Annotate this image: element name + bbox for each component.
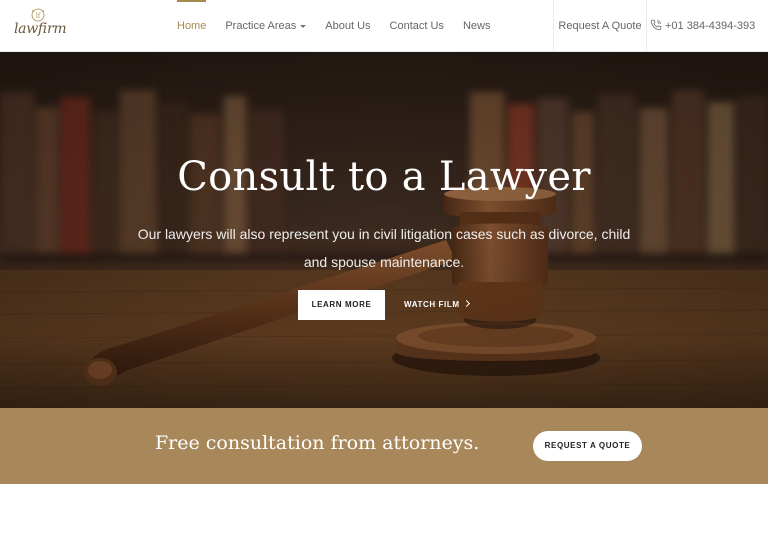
consultation-banner: Free consultation from attorneys. REQUES… xyxy=(0,408,768,484)
hero-subtitle: Our lawyers will also represent you in c… xyxy=(137,226,631,270)
nav-item-label: Practice Areas xyxy=(225,20,297,32)
nav-item-contact-us[interactable]: Contact Us xyxy=(390,0,444,52)
request-quote-link[interactable]: Request A Quote xyxy=(553,0,647,52)
phone-text: +01 384-4394-393 xyxy=(665,20,756,32)
watch-film-label: WATCH FILM xyxy=(404,300,460,309)
nav-item-home[interactable]: Home xyxy=(177,0,207,52)
logo-text: lawfirm xyxy=(14,21,67,37)
request-quote-button[interactable]: REQUEST A QUOTE xyxy=(533,431,642,461)
hero-section: Consult to a Lawyer Our lawyers will als… xyxy=(0,52,768,408)
phone-number[interactable]: +01 384-4394-393 xyxy=(648,0,768,52)
chevron-down-icon xyxy=(300,24,307,28)
nav-item-practice-areas[interactable]: Practice Areas xyxy=(225,0,307,52)
nav-item-label: Contact Us xyxy=(389,20,444,32)
learn-more-button[interactable]: LEARN MORE xyxy=(298,290,385,320)
phone-icon xyxy=(650,19,662,31)
hero-title: Consult to a Lawyer xyxy=(177,154,591,200)
nav-item-news[interactable]: News xyxy=(463,0,491,52)
nav-item-label: News xyxy=(462,20,491,32)
watch-film-button[interactable]: WATCH FILM xyxy=(404,290,470,320)
logo-mark-icon: lf xyxy=(31,8,45,22)
site-header: lf lawfirm Home Practice Areas About Us … xyxy=(0,0,768,52)
main-nav: Home Practice Areas About Us Contact Us … xyxy=(177,0,509,52)
nav-item-label: Home xyxy=(177,20,207,32)
nav-item-about-us[interactable]: About Us xyxy=(325,0,370,52)
svg-text:lf: lf xyxy=(36,13,41,20)
chevron-right-icon xyxy=(462,300,470,308)
nav-item-label: About Us xyxy=(325,20,371,32)
consultation-text: Free consultation from attorneys. xyxy=(155,432,480,454)
logo[interactable]: lf lawfirm xyxy=(14,8,67,44)
